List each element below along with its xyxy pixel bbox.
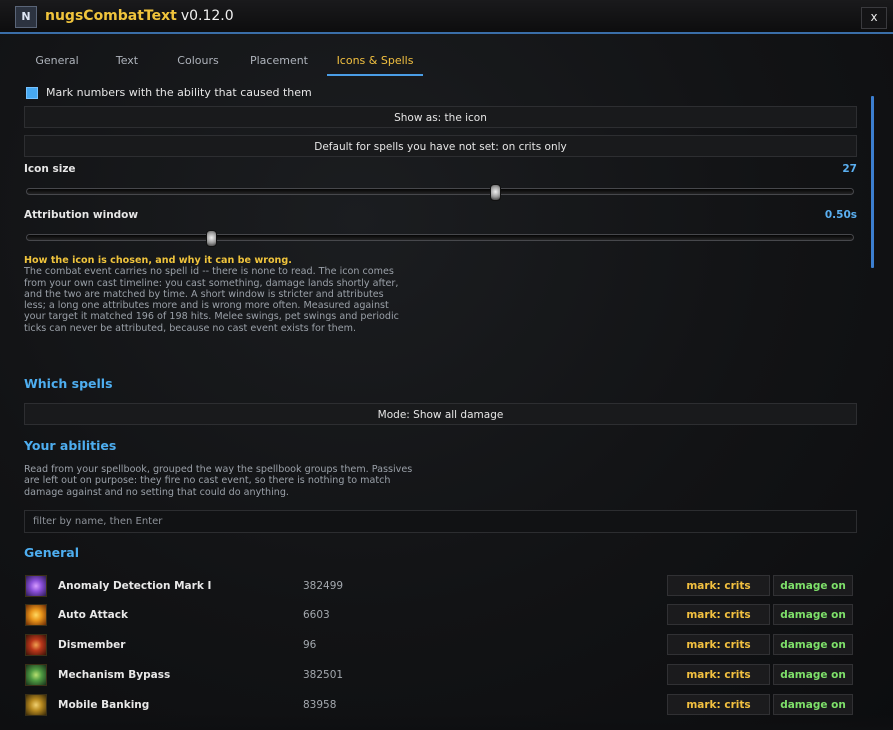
ability-name: Auto Attack: [58, 609, 128, 621]
damage-toggle-button[interactable]: damage on: [773, 694, 853, 715]
anomaly-detection-icon: [25, 575, 47, 597]
title-bar[interactable]: N nugsCombatText v0.12.0 x: [0, 0, 893, 34]
window-version: v0.12.0: [180, 8, 234, 24]
mark-mode-button[interactable]: mark: crits: [667, 575, 770, 596]
window-title: nugsCombatText v0.12.0: [45, 8, 234, 24]
scrollbar-thumb[interactable]: [871, 96, 874, 268]
attribution-explanation: How the icon is chosen, and why it can b…: [24, 255, 404, 334]
ability-spell-id: 382501: [303, 669, 344, 681]
which-spells-heading: Which spells: [24, 376, 113, 391]
ability-spell-id: 83958: [303, 699, 337, 711]
damage-toggle-button[interactable]: damage on: [773, 575, 853, 596]
mechanism-bypass-icon: [25, 664, 47, 686]
close-button[interactable]: x: [861, 7, 887, 29]
icon-size-value: 27: [842, 163, 857, 175]
mark-numbers-label: Mark numbers with the ability that cause…: [46, 86, 312, 99]
mark-mode-button[interactable]: mark: crits: [667, 694, 770, 715]
ability-row: Anomaly Detection Mark I 382499 mark: crit…: [24, 575, 864, 601]
damage-toggle-button[interactable]: damage on: [773, 604, 853, 625]
ability-spell-id: 6603: [303, 609, 330, 621]
mark-numbers-checkbox[interactable]: [26, 87, 38, 99]
damage-toggle-button[interactable]: damage on: [773, 634, 853, 655]
ability-row: Mobile Banking 83958 mark: crits damage on: [24, 694, 864, 720]
icon-size-slider-thumb[interactable]: [489, 184, 501, 201]
auto-attack-icon: [25, 604, 47, 626]
mark-mode-button[interactable]: mark: crits: [667, 604, 770, 625]
dismember-icon: [25, 634, 47, 656]
attribution-window-slider[interactable]: [26, 230, 854, 247]
default-spells-button[interactable]: Default for spells you have not set: on …: [24, 135, 857, 157]
ability-name: Mobile Banking: [58, 699, 150, 711]
tab-colours[interactable]: Colours: [164, 52, 232, 74]
ability-name: Dismember: [58, 639, 126, 651]
ability-spell-id: 96: [303, 639, 317, 651]
show-as-button[interactable]: Show as: the icon: [24, 106, 857, 128]
attribution-window-slider-thumb[interactable]: [206, 230, 218, 247]
addon-window: N nugsCombatText v0.12.0 x General Text C…: [0, 0, 893, 730]
tab-text[interactable]: Text: [94, 52, 160, 74]
mobile-banking-icon: [25, 694, 47, 716]
mark-mode-button[interactable]: mark: crits: [667, 634, 770, 655]
ability-row: Auto Attack 6603 mark: crits damage on: [24, 604, 864, 630]
mark-mode-button[interactable]: mark: crits: [667, 664, 770, 685]
attribution-window-value: 0.50s: [824, 209, 857, 221]
ability-name: Mechanism Bypass: [58, 669, 171, 681]
tab-general[interactable]: General: [24, 52, 90, 74]
icon-size-slider[interactable]: [26, 184, 854, 201]
tab-placement[interactable]: Placement: [242, 52, 316, 74]
icon-size-label: Icon size: [24, 163, 76, 175]
ability-filter-input[interactable]: [24, 510, 857, 533]
ability-name: Anomaly Detection Mark I: [58, 580, 212, 592]
ability-row: Mechanism Bypass 382501 mark: crits damage …: [24, 664, 864, 690]
window-title-name: nugsCombatText: [45, 8, 177, 24]
tab-icons-spells[interactable]: Icons & Spells: [327, 52, 423, 76]
attribution-explanation-body: The combat event carries no spell id -- …: [24, 266, 399, 334]
mode-button[interactable]: Mode: Show all damage: [24, 403, 857, 425]
general-group-heading: General: [24, 545, 79, 560]
your-abilities-heading: Your abilities: [24, 438, 117, 453]
damage-toggle-button[interactable]: damage on: [773, 664, 853, 685]
attribution-explanation-title: How the icon is chosen, and why it can b…: [24, 255, 292, 266]
ability-row: Dismember 96 mark: crits damage on: [24, 634, 864, 660]
attribution-window-label: Attribution window: [24, 209, 139, 221]
addon-logo-icon: N: [15, 6, 37, 28]
ability-spell-id: 382499: [303, 580, 344, 592]
abilities-description: Read from your spellbook, grouped the wa…: [24, 464, 413, 498]
